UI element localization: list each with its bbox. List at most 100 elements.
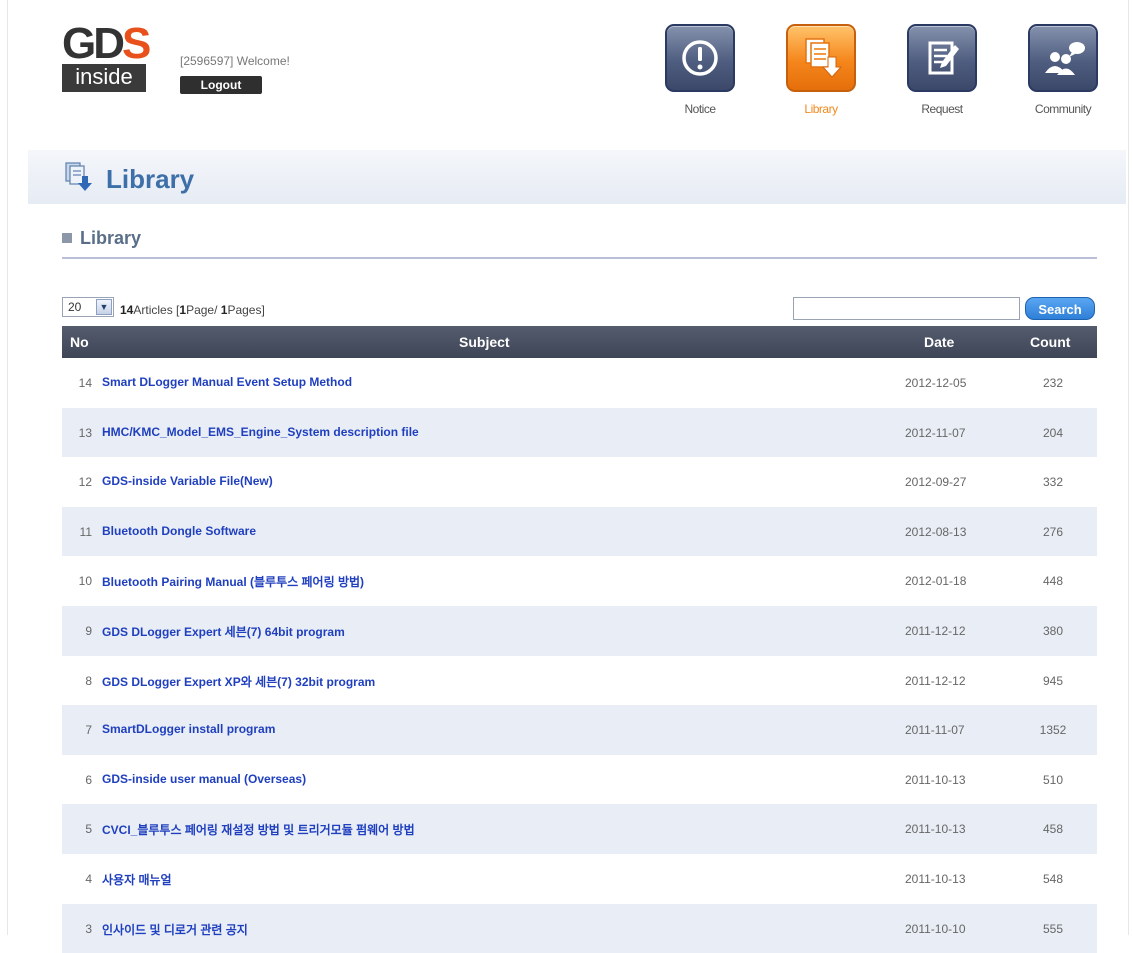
row-subject-link[interactable]: GDS-inside user manual (Overseas) <box>102 772 306 786</box>
row-subject-link[interactable]: GDS DLogger Expert XP와 세븐(7) 32bit progr… <box>102 673 375 690</box>
row-number: 8 <box>85 673 92 688</box>
section-heading: Library <box>62 228 141 249</box>
table-row: 3 인사이드 및 디로거 관련 공지 2011-10-10 555 <box>62 903 1097 953</box>
article-count-info: 14Articles [1Page/ 1Pages] <box>120 303 265 317</box>
page-title: Library <box>106 164 195 194</box>
table-header: No Subject Date Count <box>62 326 1097 358</box>
nav-library-label: Library <box>804 102 838 116</box>
row-count: 276 <box>1042 524 1064 539</box>
row-count: 332 <box>1042 475 1064 490</box>
row-subject-link[interactable]: HMC/KMC_Model_EMS_Engine_System descript… <box>102 425 419 439</box>
row-number: 12 <box>78 475 92 490</box>
row-number: 7 <box>85 723 92 738</box>
table-row: 5 CVCI_블루투스 페어링 재설정 방법 및 트리거모듈 펌웨어 방법 2011… <box>62 804 1097 854</box>
nav-community-label: Community <box>1034 102 1092 116</box>
per-page-value: 20 <box>68 300 82 314</box>
section-heading-text: Library <box>80 228 142 248</box>
row-subject-link[interactable]: Bluetooth Pairing Manual (블루투스 페어링 방법) <box>102 573 364 590</box>
row-count: 204 <box>1042 425 1064 440</box>
row-number: 4 <box>85 871 92 886</box>
row-date: 2012-12-05 <box>905 376 967 390</box>
nav-notice[interactable]: Notice <box>665 24 735 116</box>
logo-mark: GDS <box>62 19 151 68</box>
row-date: 2011-10-10 <box>905 921 966 936</box>
row-date: 2011-12-12 <box>905 623 966 638</box>
col-header-count: Count <box>1030 334 1071 350</box>
library-icon <box>786 24 856 92</box>
row-number: 5 <box>85 822 92 837</box>
row-number: 11 <box>79 524 92 539</box>
row-count: 448 <box>1042 574 1064 589</box>
logout-button[interactable]: Logout <box>180 76 262 94</box>
row-date: 2012-08-13 <box>905 524 967 539</box>
row-date: 2011-12-12 <box>905 673 966 688</box>
row-subject-link[interactable]: GDS-inside Variable File(New) <box>102 474 273 488</box>
library-banner-icon <box>64 162 92 192</box>
row-number: 14 <box>78 376 92 390</box>
table-body: 14 Smart DLogger Manual Event Setup Metho… <box>62 358 1097 953</box>
page-title-banner: Library <box>28 150 1126 204</box>
row-count: 548 <box>1042 871 1064 886</box>
row-number: 6 <box>85 772 92 787</box>
row-date: 2011-10-13 <box>905 822 966 837</box>
logo-inside-text: inside <box>62 64 146 92</box>
row-count: 458 <box>1042 822 1064 837</box>
table-row: 7 SmartDLogger install program 2011-11-07 1… <box>62 705 1097 755</box>
col-header-date: Date <box>924 334 955 350</box>
row-number: 9 <box>85 623 92 638</box>
row-date: 2011-11-07 <box>905 723 965 738</box>
row-count: 1352 <box>1039 723 1067 738</box>
row-count: 555 <box>1042 921 1064 936</box>
total-pages-suffix: Pages] <box>227 303 265 317</box>
row-count: 232 <box>1042 376 1064 390</box>
row-count: 380 <box>1042 623 1064 638</box>
nav-library[interactable]: Library <box>786 24 856 116</box>
square-bullet-icon <box>62 233 72 243</box>
table-row: 6 GDS-inside user manual (Overseas) 2011-1… <box>62 755 1097 805</box>
header: GDS inside [2596597] Welcome! Logout Not… <box>28 0 1126 150</box>
search-button[interactable]: Search <box>1025 297 1095 320</box>
row-number: 13 <box>78 425 92 440</box>
row-subject-link[interactable]: CVCI_블루투스 페어링 재설정 방법 및 트리거모듈 펌웨어 방법 <box>102 821 415 838</box>
nav-request-label: Request <box>921 102 963 116</box>
library-table: No Subject Date Count 14 Smart DLogger Ma… <box>62 326 1097 953</box>
row-date: 2012-09-27 <box>905 475 967 490</box>
row-subject-link[interactable]: SmartDLogger install program <box>102 722 275 736</box>
nav-notice-label: Notice <box>684 102 716 116</box>
row-count: 945 <box>1042 673 1064 688</box>
row-date: 2011-10-13 <box>905 871 966 886</box>
current-page-suffix: Page/ <box>186 303 221 317</box>
search-input[interactable] <box>793 297 1020 320</box>
col-header-subject: Subject <box>459 334 510 350</box>
table-row: 12 GDS-inside Variable File(New) 2012-09-2… <box>62 457 1097 507</box>
welcome-text: [2596597] Welcome! <box>180 54 290 68</box>
table-row: 9 GDS DLogger Expert 세븐(7) 64bit program 2… <box>62 605 1097 656</box>
article-count: 14 <box>120 303 134 317</box>
row-subject-link[interactable]: GDS DLogger Expert 세븐(7) 64bit program <box>102 623 345 640</box>
table-row: 10 Bluetooth Pairing Manual (블루투스 페어링 방법)… <box>62 556 1097 606</box>
per-page-select[interactable]: 20 ▼ <box>62 297 114 317</box>
table-row: 14 Smart DLogger Manual Event Setup Metho… <box>62 358 1097 408</box>
table-row: 4 사용자 매뉴얼 2011-10-13 548 <box>62 854 1097 904</box>
row-subject-link[interactable]: 사용자 매뉴얼 <box>102 871 172 888</box>
request-icon <box>907 24 977 92</box>
row-date: 2012-01-18 <box>905 574 967 589</box>
row-count: 510 <box>1042 772 1064 787</box>
article-count-suffix: Articles [ <box>133 303 180 317</box>
gds-inside-logo[interactable]: GDS inside <box>62 19 151 94</box>
table-row: 8 GDS DLogger Expert XP와 세븐(7) 32bit prog… <box>62 656 1097 706</box>
col-header-no: No <box>70 334 89 350</box>
community-icon <box>1028 24 1098 92</box>
table-row: 13 HMC/KMC_Model_EMS_Engine_System descri… <box>62 407 1097 458</box>
notice-icon <box>665 24 735 92</box>
row-number: 3 <box>85 921 92 936</box>
row-subject-link[interactable]: Smart DLogger Manual Event Setup Method <box>102 375 352 389</box>
chevron-down-icon[interactable]: ▼ <box>96 299 112 315</box>
nav-community[interactable]: Community <box>1028 24 1098 116</box>
table-row: 11 Bluetooth Dongle Software 2012-08-13 276 <box>62 506 1097 557</box>
section-divider <box>62 257 1097 259</box>
row-subject-link[interactable]: Bluetooth Dongle Software <box>102 524 256 538</box>
row-number: 10 <box>78 574 92 589</box>
row-date: 2012-11-07 <box>905 425 966 440</box>
nav-request[interactable]: Request <box>907 24 977 116</box>
